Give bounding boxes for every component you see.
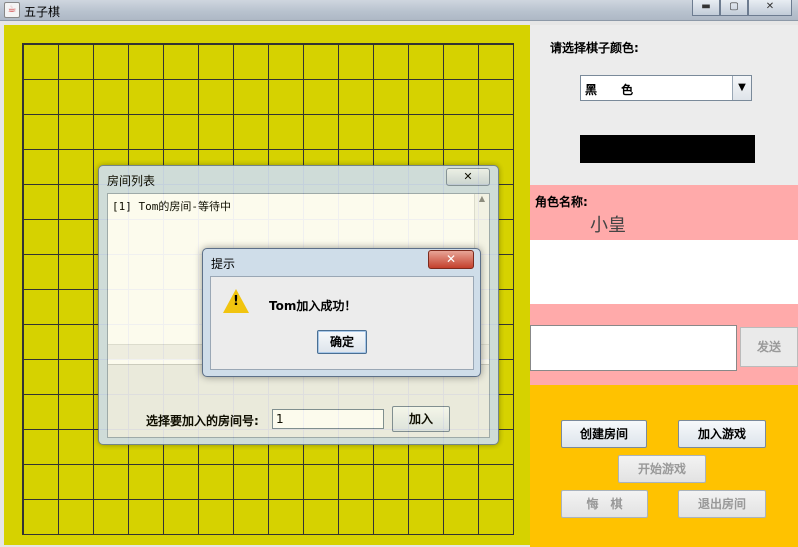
role-label: 角色名称: — [535, 195, 588, 209]
chat-display — [530, 240, 798, 304]
list-item[interactable]: [1] Tom的房间-等待中 — [112, 198, 231, 214]
warning-mark: ! — [233, 294, 239, 309]
send-button[interactable]: 发送 — [740, 327, 798, 367]
create-room-button[interactable]: 创建房间 — [561, 420, 647, 448]
control-panel: 创建房间 加入游戏 开始游戏 悔 棋 退出房间 — [530, 385, 798, 547]
prompt-message: Tom加入成功！ — [269, 299, 357, 313]
prompt-dialog: 提示 ✕ ! Tom加入成功！ 确定 — [202, 248, 481, 377]
maximize-button[interactable]: ▢ — [720, 0, 748, 16]
prompt-close-button[interactable]: ✕ — [428, 250, 474, 269]
prompt-title: 提示 — [211, 257, 236, 271]
window-controls: ▬ ▢ ✕ — [692, 0, 792, 16]
window-titlebar: ☕ 五子棋 ▬ ▢ ✕ — [0, 0, 798, 21]
start-game-button[interactable]: 开始游戏 — [618, 455, 706, 483]
join-room-button[interactable]: 加入 — [392, 406, 450, 432]
join-game-button[interactable]: 加入游戏 — [678, 420, 766, 448]
role-name: 小皇 — [590, 215, 626, 236]
leave-room-button[interactable]: 退出房间 — [678, 490, 766, 518]
room-dialog-close-button[interactable]: ✕ — [446, 168, 490, 186]
chevron-down-icon[interactable]: ▼ — [732, 76, 751, 100]
message-input[interactable] — [530, 325, 737, 371]
color-select[interactable]: 黑 色 ▼ — [580, 75, 752, 101]
window-title: 五子棋 — [24, 5, 61, 19]
ok-button[interactable]: 确定 — [317, 330, 367, 354]
color-panel: 请选择棋子颜色: 黑 色 ▼ — [530, 25, 798, 185]
color-label: 请选择棋子颜色: — [550, 41, 639, 55]
close-button[interactable]: ✕ — [748, 0, 792, 16]
color-select-value: 黑 色 — [585, 83, 644, 97]
undo-button[interactable]: 悔 棋 — [561, 490, 648, 518]
role-panel: 角色名称: 小皇 发送 — [530, 185, 798, 385]
join-room-label: 选择要加入的房间号: — [146, 414, 259, 428]
room-number-input[interactable]: 1 — [272, 409, 384, 429]
prompt-body: ! Tom加入成功！ 确定 — [210, 276, 474, 370]
minimize-button[interactable]: ▬ — [692, 0, 720, 16]
java-cup-icon: ☕ — [4, 2, 20, 18]
color-swatch — [580, 135, 755, 163]
side-panel: 请选择棋子颜色: 黑 色 ▼ 角色名称: 小皇 发送 创建房间 加入游戏 开始游… — [530, 25, 798, 547]
room-dialog-title: 房间列表 — [107, 174, 156, 188]
